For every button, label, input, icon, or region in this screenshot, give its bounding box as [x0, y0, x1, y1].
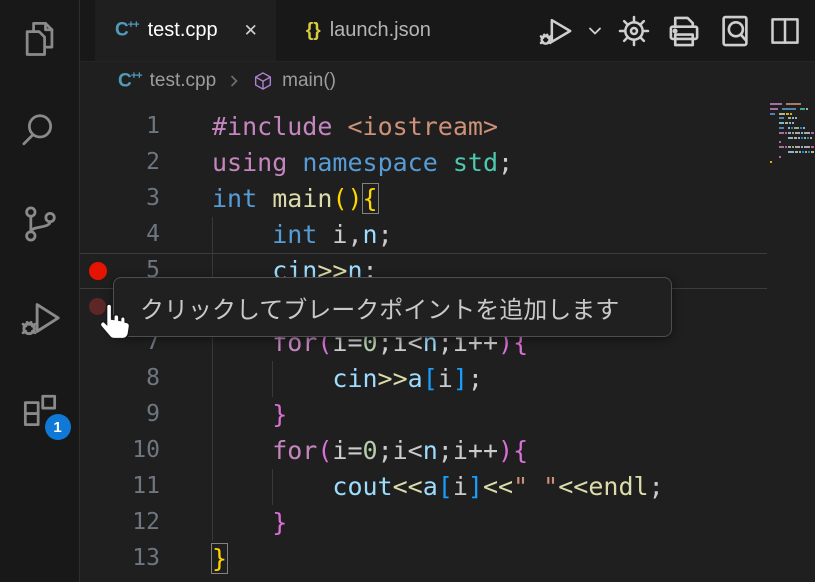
json-file-icon: {} [306, 20, 321, 42]
minimap-line [770, 141, 814, 143]
split-editor-icon[interactable] [765, 10, 805, 52]
minimap-line [770, 161, 814, 163]
breadcrumb-symbol[interactable]: main() [282, 70, 336, 92]
breadcrumb: C++ test.cpp main() [80, 62, 815, 100]
extensions-badge: 1 [45, 414, 71, 440]
code-line-12[interactable]: 12} [80, 505, 815, 541]
line-number[interactable]: 13 [100, 545, 160, 571]
tab-bar: C++ test.cpp ✕ {} launch.json [80, 0, 815, 62]
activity-run-debug-button[interactable] [16, 293, 64, 341]
line-number[interactable]: 1 [100, 113, 160, 139]
code-text: int i,n; [212, 219, 393, 251]
tab-label: test.cpp [148, 19, 218, 42]
minimap-line [770, 122, 814, 124]
settings-gear-icon[interactable] [614, 10, 654, 52]
line-number[interactable]: 11 [100, 473, 160, 499]
minimap-line [770, 127, 814, 129]
line-number[interactable]: 8 [100, 365, 160, 391]
minimap-line [770, 108, 814, 110]
minimap-line [770, 113, 814, 115]
breakpoint-tooltip: クリックしてブレークポイントを追加します [113, 277, 672, 337]
code-line-1[interactable]: 1 #include <iostream> [80, 109, 815, 145]
line-number[interactable]: 10 [100, 437, 160, 463]
activity-source-control-button[interactable] [16, 200, 64, 248]
code-line-10[interactable]: 10 for(i=0;i<n;i++){ [80, 433, 815, 469]
chevron-right-icon [224, 71, 244, 91]
code-line-9[interactable]: 9} [80, 397, 815, 433]
code-line-11[interactable]: 11 cout<<a[i]<<" "<<endl; [80, 469, 815, 505]
tooltip-text: クリックしてブレークポイントを追加します [140, 290, 619, 325]
tab-launch-json[interactable]: {} launch.json [276, 0, 449, 61]
code-line-3[interactable]: 3 int main(){ [80, 181, 815, 217]
minimap[interactable] [770, 103, 814, 165]
code-text: #include <iostream> [212, 111, 498, 143]
code-text: for(i=0;i<n;i++){ [212, 435, 528, 467]
tab-label: launch.json [330, 19, 431, 42]
minimap-line [770, 117, 814, 119]
activity-bar: 1 [0, 0, 80, 582]
tab-test-cpp[interactable]: C++ test.cpp ✕ [95, 0, 276, 61]
code-text: cout<<a[i]<<" "<<endl; [212, 471, 664, 503]
code-text: } [212, 543, 227, 575]
code-line-2[interactable]: 2 using namespace std; [80, 145, 815, 181]
vscode-window: 1 C++ test.cpp ✕ {} launch.json [0, 0, 815, 582]
cpp-file-icon: C++ [115, 19, 139, 41]
code-text: int main(){ [212, 183, 378, 215]
code-text: } [212, 507, 287, 539]
source-control-icon [18, 202, 62, 246]
search-icon [18, 109, 62, 153]
code-lines: 1 #include <iostream> 2 using namespace std… [80, 100, 815, 577]
breadcrumb-file[interactable]: test.cpp [150, 70, 217, 92]
minimap-line [770, 156, 814, 158]
minimap-line [770, 137, 814, 139]
files-icon [18, 16, 62, 60]
chevron-down-icon[interactable] [585, 21, 605, 41]
code-text: cin>>a[i]; [212, 363, 483, 395]
activity-explorer-button[interactable] [16, 14, 64, 62]
debug-run-icon[interactable] [536, 10, 576, 52]
code-line-4[interactable]: 4 int i,n; [80, 217, 815, 253]
hand-cursor-icon [94, 300, 136, 346]
editor-group: C++ test.cpp ✕ {} launch.json [80, 0, 815, 582]
code-text: using namespace std; [212, 147, 513, 179]
minimap-line [770, 146, 814, 148]
line-number[interactable]: 9 [100, 401, 160, 427]
run-debug-icon [17, 294, 63, 340]
editor-actions [536, 0, 815, 61]
minimap-line [770, 103, 814, 105]
code-editor[interactable]: 1 #include <iostream> 2 using namespace std… [80, 100, 815, 582]
symbol-method-cube-icon [252, 70, 274, 92]
code-text: } [212, 399, 287, 431]
line-number[interactable]: 4 [100, 221, 160, 247]
minimap-line [770, 151, 814, 153]
search-editor-icon[interactable] [714, 10, 756, 52]
line-number[interactable]: 3 [100, 185, 160, 211]
close-icon[interactable]: ✕ [244, 21, 258, 41]
breakpoint-dot[interactable] [89, 262, 107, 280]
minimap-line [770, 132, 814, 134]
activity-extensions-button[interactable]: 1 [16, 386, 64, 434]
line-number[interactable]: 12 [100, 509, 160, 535]
activity-search-button[interactable] [16, 107, 64, 155]
line-number[interactable]: 2 [100, 149, 160, 175]
cpp-file-icon: C++ [118, 70, 142, 92]
code-line-13[interactable]: 13} [80, 541, 815, 577]
print-icon[interactable] [663, 10, 705, 52]
code-line-8[interactable]: 8 cin>>a[i]; [80, 361, 815, 397]
